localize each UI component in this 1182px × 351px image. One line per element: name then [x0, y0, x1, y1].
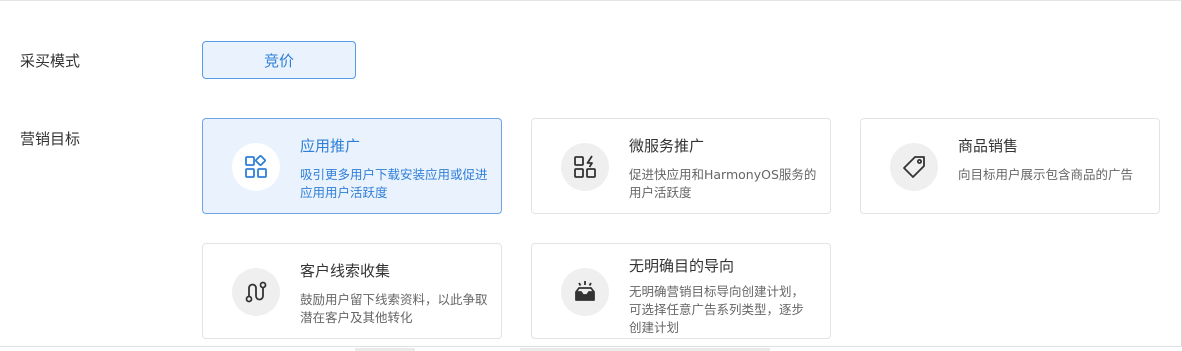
goal-card-title: 客户线索收集: [300, 262, 391, 280]
goal-card-title: 无明确目的导向: [629, 257, 735, 275]
purchase-mode-label: 采买模式: [20, 52, 81, 70]
goal-card-description: 鼓励用户留下线索资料，以此争取潜在客户及其他转化: [300, 292, 488, 325]
goal-card-title: 微服务推广: [629, 137, 705, 155]
goal-card-micro-service-promotion[interactable]: 微服务推广 促进快应用和HarmonyOS服务的用户活跃度: [531, 118, 831, 214]
goal-card-description: 无明确营销目标导向创建计划，可选择任意广告系列类型，逐步创建计划: [629, 284, 805, 335]
service-grid-icon: [561, 143, 609, 191]
goal-card-product-sales[interactable]: 商品销售 向目标用户展示包含商品的广告: [860, 118, 1160, 214]
goal-card-title: 应用推广: [300, 137, 361, 155]
lead-path-icon: [232, 268, 280, 316]
goal-card-app-promotion[interactable]: 应用推广 吸引更多用户下载安装应用或促进应用用户活跃度: [202, 118, 502, 214]
marketing-goal-label: 营销目标: [20, 130, 81, 148]
price-tag-icon: [890, 143, 938, 191]
goal-card-description: 促进快应用和HarmonyOS服务的用户活跃度: [629, 167, 817, 200]
goal-card-lead-collection[interactable]: 客户线索收集 鼓励用户留下线索资料，以此争取潜在客户及其他转化: [202, 243, 502, 339]
goal-card-description: 吸引更多用户下载安装应用或促进应用用户活跃度: [300, 167, 488, 200]
goal-card-title: 商品销售: [958, 137, 1019, 155]
inbox-tray-icon: [561, 268, 609, 316]
goal-card-no-specific-goal[interactable]: 无明确目的导向 无明确营销目标导向创建计划，可选择任意广告系列类型，逐步创建计划: [531, 243, 831, 339]
goal-card-description: 向目标用户展示包含商品的广告: [958, 167, 1134, 182]
app-grid-icon: [232, 143, 280, 191]
bidding-mode-option[interactable]: 竞价: [202, 41, 356, 79]
bottom-divider: [0, 346, 1182, 351]
